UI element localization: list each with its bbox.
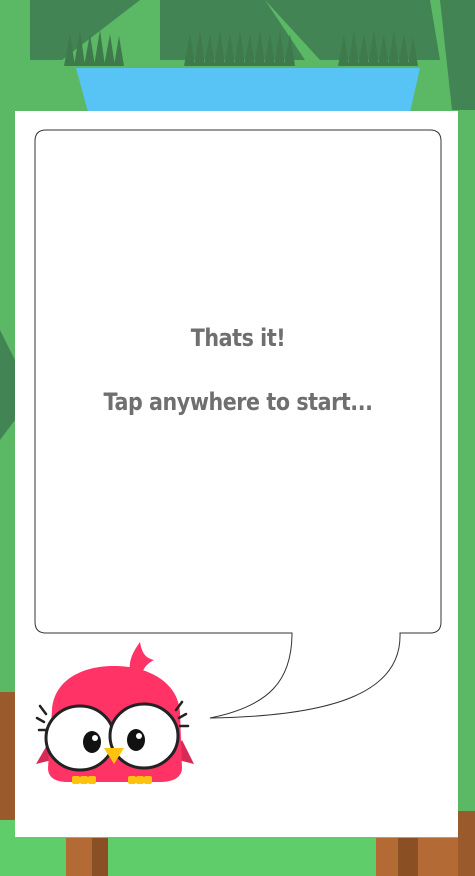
tap-to-start-area[interactable] <box>0 0 475 876</box>
game-scene: Thats it! Tap anywhere to start... <box>0 0 475 876</box>
